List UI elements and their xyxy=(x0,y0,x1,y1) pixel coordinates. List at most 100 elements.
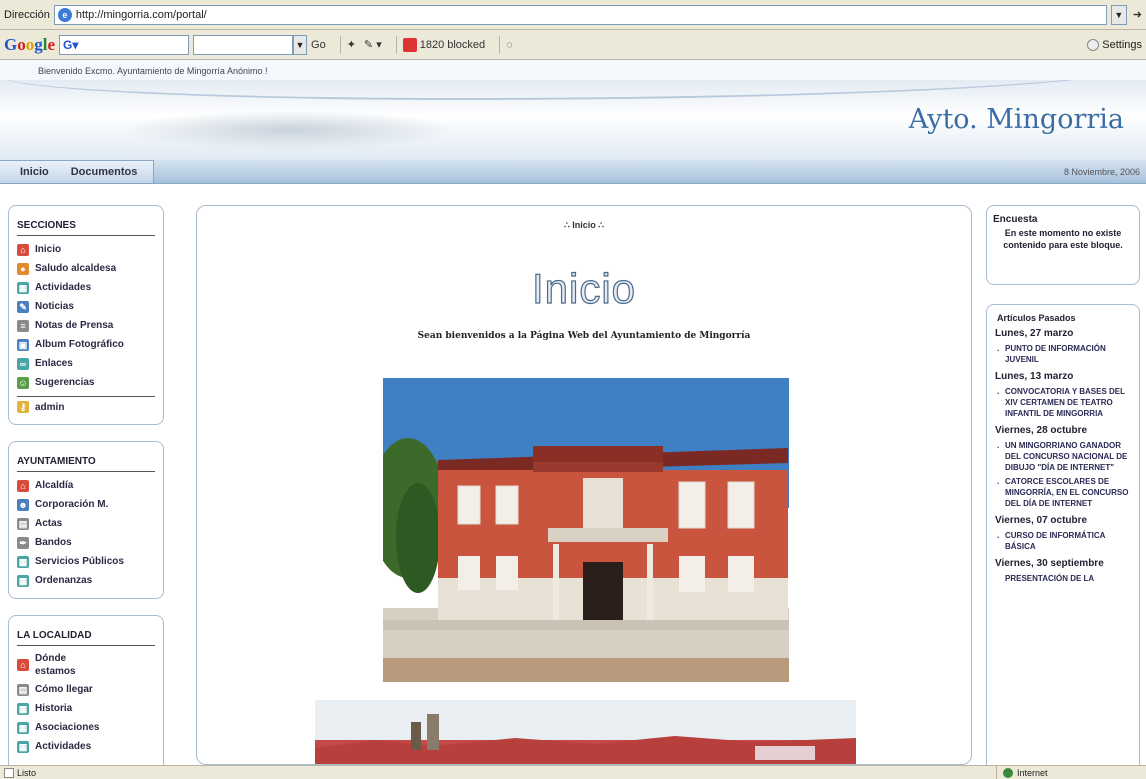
bookmark-icon[interactable]: ✎ ▾ xyxy=(364,38,382,51)
popup-blocker-button[interactable]: 1820 blocked xyxy=(402,37,485,52)
section-item-sugerencias[interactable]: ☺ Sugerencias xyxy=(17,373,155,392)
photo-icon: ▣ xyxy=(17,338,29,351)
go-arrow-icon[interactable]: ➜ xyxy=(1133,8,1142,21)
popup-blocker-icon xyxy=(402,37,417,52)
article-link[interactable]: . CURSO DE INFORMÁTICA BÁSICA xyxy=(995,530,1131,552)
poll-title: Encuesta xyxy=(993,214,1038,225)
google-logo: Google xyxy=(4,34,56,54)
section-item-admin[interactable]: ⚷ admin xyxy=(17,396,155,415)
url-input[interactable]: e http://mingorria.com/portal/ xyxy=(53,4,1107,25)
rules-icon: ▦ xyxy=(17,574,29,587)
url-text: http://mingorria.com/portal/ xyxy=(75,8,207,21)
pagerank-icon[interactable]: ✦ xyxy=(347,38,356,51)
ayto-item-alcaldia[interactable]: ⌂ Alcaldía xyxy=(17,476,155,495)
banner-town-image xyxy=(120,110,460,150)
ie-page-icon: e xyxy=(57,7,72,22)
article-date: Lunes, 13 marzo xyxy=(995,371,1074,382)
status-bar: Listo Internet xyxy=(0,765,1146,779)
google-dropdown-icon[interactable]: ▼ xyxy=(293,34,308,55)
ayuntamiento-list: ⌂ Alcaldía ☻ Corporación M. ▤ Actas ✒ Bandos… xyxy=(9,476,163,590)
url-dropdown-icon[interactable]: ▼ xyxy=(1110,4,1127,25)
calendar-icon: ▦ xyxy=(17,740,29,753)
ayto-item-ordenanzas[interactable]: ▦ Ordenanzas xyxy=(17,571,155,590)
google-go-button[interactable]: Go xyxy=(311,39,326,51)
person-icon: ● xyxy=(17,262,29,275)
past-articles-box: Artículos Pasados Lunes, 27 marzo . PUNTO… xyxy=(986,304,1140,775)
loc-item-historia[interactable]: ▦ Historia xyxy=(17,699,155,718)
loc-item-actividades[interactable]: ▦ Actividades xyxy=(17,737,155,756)
article-date: Viernes, 30 septiembre xyxy=(995,558,1104,569)
loc-item-como-llegar[interactable]: ▤ Cómo llegar xyxy=(17,680,155,699)
article-link[interactable]: . PUNTO DE INFORMACIÓN JUVENIL xyxy=(995,343,1131,365)
article-date: Viernes, 28 octubre xyxy=(995,425,1088,436)
localidad-box: LA LOCALIDAD ⌂ Dónde estamos ▤ Cómo llegar… xyxy=(8,615,164,775)
ayto-item-corporacion[interactable]: ☻ Corporación M. xyxy=(17,495,155,514)
past-articles-list: Lunes, 27 marzo . PUNTO DE INFORMACIÓN JU… xyxy=(987,325,1139,587)
ayto-item-bandos[interactable]: ✒ Bandos xyxy=(17,533,155,552)
article-link[interactable]: . CATORCE ESCOLARES DE MINGORRÍA, EN EL C… xyxy=(995,476,1131,509)
town-panorama-illustration xyxy=(315,700,856,764)
group-icon: ▦ xyxy=(17,721,29,734)
article-date: Lunes, 27 marzo xyxy=(995,328,1074,339)
article-link[interactable]: . UN MINGORRIANO GANADOR DEL CONCURSO NAC… xyxy=(995,440,1131,473)
address-bar: Dirección e http://mingorria.com/portal/… xyxy=(0,0,1146,30)
main-content: ∴ Inicio ∴ Inicio Sean bienvenidos a la … xyxy=(196,205,972,765)
localidad-title: LA LOCALIDAD xyxy=(17,630,155,646)
ayto-item-servicios[interactable]: ▦ Servicios Públicos xyxy=(17,552,155,571)
nav-item-documentos[interactable]: Documentos xyxy=(65,161,154,183)
sections-box: SECCIONES ⌂ Inicio ● Saludo alcaldesa ▦ Act… xyxy=(8,205,164,425)
loc-item-asociaciones[interactable]: ▦ Asociaciones xyxy=(17,718,155,737)
page-title: Inicio xyxy=(531,264,637,312)
section-item-noticias[interactable]: ✎ Noticias xyxy=(17,297,155,316)
globe-icon xyxy=(1003,767,1013,778)
town-hall-illustration xyxy=(383,378,789,682)
article-link[interactable]: PRESENTACIÓN DE LA xyxy=(995,573,1131,584)
section-item-enlaces[interactable]: ∞ Enlaces xyxy=(17,354,155,373)
breadcrumb: ∴ Inicio ∴ xyxy=(564,220,604,230)
calendar-icon: ▦ xyxy=(17,281,29,294)
pencil-icon: ✎ xyxy=(17,300,29,313)
spellcheck-icon[interactable]: ◌ xyxy=(506,39,513,51)
google-search-input[interactable] xyxy=(193,34,294,55)
section-item-inicio[interactable]: ⌂ Inicio xyxy=(17,240,155,259)
suggestion-icon: ☺ xyxy=(17,376,29,389)
toolbar-divider xyxy=(339,35,341,54)
poll-box: Encuesta En este momento no existe conte… xyxy=(986,205,1140,285)
article-date: Viernes, 07 octubre xyxy=(995,515,1088,526)
nav-item-inicio[interactable]: Inicio xyxy=(0,161,65,183)
section-item-album[interactable]: ▣ Album Fotográfico xyxy=(17,335,155,354)
pen-icon: ✒ xyxy=(17,536,29,549)
section-item-notas-prensa[interactable]: ≡ Notas de Prensa xyxy=(17,316,155,335)
welcome-message: Sean bienvenidos a la Página Web del Ayu… xyxy=(417,331,751,341)
welcome-banner-text: Bienvenido Excmo. Ayuntamiento de Mingor… xyxy=(0,60,1146,80)
document-icon: ▤ xyxy=(17,517,29,530)
ayto-item-actas[interactable]: ▤ Actas xyxy=(17,514,155,533)
poll-message: En este momento no existe contenido para… xyxy=(1003,228,1123,250)
section-item-saludo[interactable]: ● Saludo alcaldesa xyxy=(17,259,155,278)
link-icon: ∞ xyxy=(17,357,29,370)
key-icon: ⚷ xyxy=(17,401,29,413)
section-item-actividades[interactable]: ▦ Actividades xyxy=(17,278,155,297)
location-icon: ⌂ xyxy=(17,659,29,671)
article-link[interactable]: . CONVOCATORIA Y BASES DEL XIV CERTAMEN D… xyxy=(995,386,1131,419)
sections-list: ⌂ Inicio ● Saludo alcaldesa ▦ Actividades ✎… xyxy=(9,240,163,415)
security-zone: Internet xyxy=(996,765,1146,779)
loc-item-donde[interactable]: ⌂ Dónde estamos xyxy=(17,650,155,680)
main-navbar: Inicio Documentos 8 Noviembre, 2006 xyxy=(0,159,1146,184)
town-panorama-photo xyxy=(315,700,856,764)
current-date: 8 Noviembre, 2006 xyxy=(1063,166,1140,177)
newspaper-icon: ≡ xyxy=(17,319,29,332)
map-icon: ▤ xyxy=(17,683,29,696)
group-icon: ☻ xyxy=(17,498,29,511)
sections-title: SECCIONES xyxy=(17,220,155,236)
toolbar-divider xyxy=(499,35,501,54)
google-toolbar: Google G ▾ ▼ Go ✦ ✎ ▾ 1820 blocked ◌ Sett… xyxy=(0,30,1146,60)
site-banner: Ayto. Mingorria xyxy=(0,80,1146,160)
localidad-list: ⌂ Dónde estamos ▤ Cómo llegar ▦ Historia ▦ A… xyxy=(9,650,163,756)
book-icon: ▦ xyxy=(17,702,29,715)
page-icon xyxy=(4,767,14,778)
google-settings-button[interactable]: Settings xyxy=(1087,38,1142,51)
home-icon: ⌂ xyxy=(17,479,29,492)
ayuntamiento-box: AYUNTAMIENTO ⌂ Alcaldía ☻ Corporación M. ▤… xyxy=(8,441,164,599)
google-search-selector[interactable]: G ▾ xyxy=(59,34,190,55)
